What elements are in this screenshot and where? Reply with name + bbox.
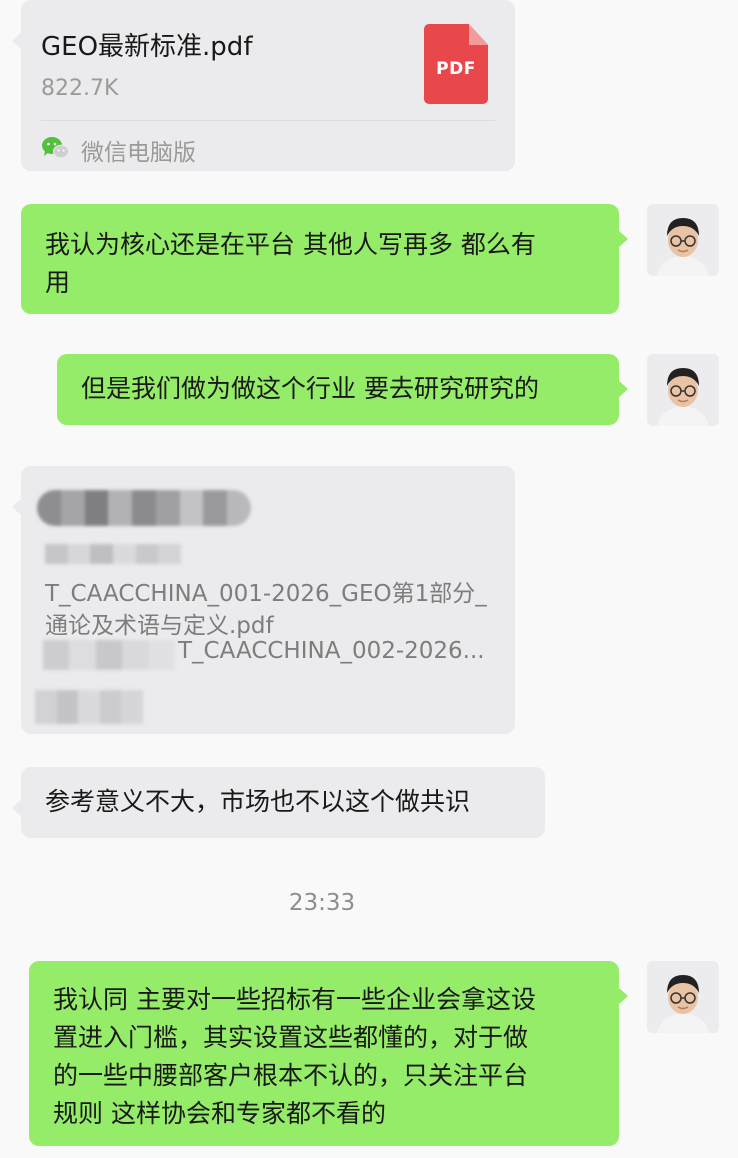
- blurred-footer: [35, 690, 143, 724]
- forwarded-line-1: T_CAACCHINA_001-2026_GEO第1部分_: [45, 581, 487, 607]
- forwarded-record-card[interactable]: T_CAACCHINA_001-2026_GEO第1部分_ 通论及术语与定义.p…: [12, 466, 515, 734]
- user-avatar-icon: [647, 204, 719, 276]
- user-avatar-icon: [647, 961, 719, 1033]
- message-text: 的一些中腰部客户根本不认的，只关注平台: [53, 1061, 529, 1090]
- avatar[interactable]: [647, 961, 719, 1033]
- user-avatar-icon: [647, 354, 719, 426]
- message-text: 参考意义不大，市场也不以这个做共识: [45, 787, 471, 816]
- message-text: 用: [45, 268, 71, 297]
- outgoing-message-4[interactable]: 我认同 主要对一些招标有一些企业会拿这设 置进入门槛，其实设置这些都懂的，对于做…: [29, 961, 628, 1146]
- forwarded-line-2: 通论及术语与定义.pdf: [45, 613, 274, 639]
- file-message-card[interactable]: GEO最新标准.pdf 822.7K PDF 微信电脑版: [12, 0, 515, 171]
- pdf-fold-corner: [469, 24, 488, 45]
- timestamp: 23:33: [288, 890, 356, 916]
- message-text: 但是我们做为做这个行业 要去研究研究的: [81, 374, 539, 403]
- outgoing-message-1[interactable]: 我认为核心还是在平台 其他人写再多 都么有 用: [21, 204, 628, 314]
- blurred-text: [43, 640, 175, 670]
- pdf-type-label: PDF: [436, 59, 476, 79]
- file-name: GEO最新标准.pdf: [41, 32, 253, 62]
- file-size: 822.7K: [41, 76, 119, 101]
- outgoing-message-2[interactable]: 但是我们做为做这个行业 要去研究研究的: [57, 354, 628, 425]
- blurred-title: [37, 490, 251, 526]
- card-divider: [41, 120, 495, 121]
- message-text: 置进入门槛，其实设置这些都懂的，对于做: [53, 1023, 529, 1052]
- message-text: 规则 这样协会和专家都不看的: [53, 1099, 386, 1128]
- forwarded-line-3: T_CAACCHINA_002-2026...: [178, 638, 485, 664]
- message-text: 我认同 主要对一些招标有一些企业会拿这设: [53, 985, 536, 1014]
- source-label: 微信电脑版: [81, 140, 196, 166]
- incoming-message-3[interactable]: 参考意义不大，市场也不以这个做共识: [12, 767, 545, 838]
- avatar[interactable]: [647, 354, 719, 426]
- avatar[interactable]: [647, 204, 719, 276]
- wechat-icon: [42, 137, 69, 159]
- message-text: 我认为核心还是在平台 其他人写再多 都么有: [45, 230, 536, 259]
- blurred-text: [45, 544, 181, 564]
